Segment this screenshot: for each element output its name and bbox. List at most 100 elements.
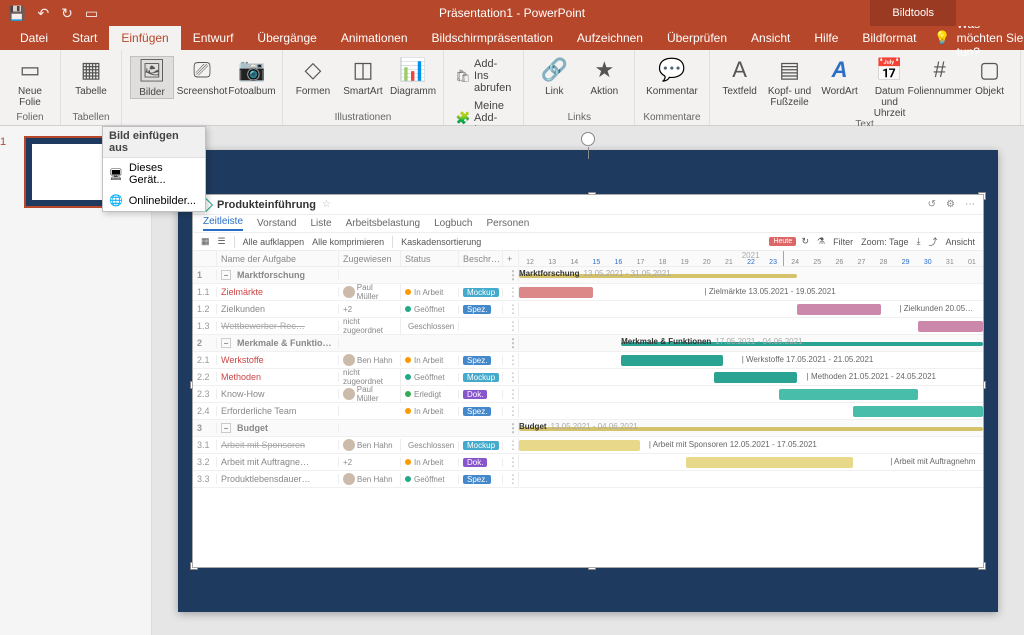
tab-ansicht[interactable]: Ansicht (739, 26, 802, 50)
object-icon: ▢ (976, 56, 1004, 84)
wordart-button[interactable]: AWordArt (818, 56, 862, 97)
share-icon: ⤴ (928, 235, 937, 248)
task-row: 2−Merkmale & Funktio…⋮Merkmale & Funktio… (193, 335, 983, 352)
task-row: 2.1WerkstoffeBen HahnIn ArbeitSpez.⋮| We… (193, 352, 983, 369)
ribbon-tabs: Datei Start Einfügen Entwurf Übergänge A… (0, 26, 1024, 50)
kommentar-button[interactable]: 💬Kommentar (650, 56, 694, 97)
screenshot-button[interactable]: ⎚ Screenshot (180, 56, 224, 97)
foliennummer-button[interactable]: #Foliennummer (918, 56, 962, 97)
tab-datei[interactable]: Datei (8, 26, 60, 50)
bilder-dropdown: Bild einfügen aus 🖥Dieses Gerät... 🌐Onli… (102, 126, 206, 212)
group-folien-label: Folien (16, 112, 43, 125)
tab-ueberpruefen[interactable]: Überprüfen (655, 26, 739, 50)
export-icon: ⤓ (916, 236, 920, 247)
history-icon: ↺ (928, 199, 936, 210)
tab-start[interactable]: Start (60, 26, 109, 50)
redo-icon[interactable]: ↻ (61, 5, 73, 22)
smartart-button[interactable]: ◫ SmartArt (341, 56, 385, 97)
screenshot-icon: ⎚ (188, 56, 216, 84)
dropdown-dieses-geraet[interactable]: 🖥Dieses Gerät... (103, 158, 205, 190)
star-icon: ☆ (322, 199, 331, 210)
tab-entwurf[interactable]: Entwurf (181, 26, 246, 50)
date-icon: 📅 (876, 56, 904, 84)
embedded-timeline-image[interactable]: Produkteinführung ☆ ↺ ⚙ ⋯ Zeitleiste Vor… (192, 194, 984, 568)
datum-button[interactable]: 📅Datum und Uhrzeit (868, 56, 912, 119)
addins-icon: 🧩 (456, 111, 470, 125)
ribbon-content: ▭ Neue Folie Folien ▦ Tabelle Tabellen 🖼… (0, 50, 1024, 126)
col-assigned: Zugewiesen (339, 251, 401, 266)
header-footer-icon: ▤ (776, 56, 804, 84)
objekt-button[interactable]: ▢Objekt (968, 56, 1012, 97)
slide[interactable]: Produkteinführung ☆ ↺ ⚙ ⋯ Zeitleiste Vor… (178, 150, 998, 612)
chart-icon: 📊 (399, 56, 427, 84)
save-icon[interactable]: 💾 (8, 5, 25, 22)
group-illustrationen-label: Illustrationen (335, 112, 392, 125)
task-row: 3.3Produktlebensdauer…Ben HahnGeöffnetSp… (193, 471, 983, 488)
group-links-label: Links (568, 112, 591, 125)
device-icon: 🖥 (109, 168, 123, 181)
pictures-icon: 🖼 (138, 57, 166, 85)
collapse-all: Alle komprimieren (312, 237, 384, 247)
window-title: Präsentation1 - PowerPoint (439, 6, 585, 20)
task-row: 2.2Methodennicht zugeordnetGeöffnetMocku… (193, 369, 983, 386)
filter-label: Filter (833, 237, 853, 247)
expand-all: Alle aufklappen (243, 237, 305, 247)
col-name: Name der Aufgabe (217, 251, 339, 266)
wordart-icon: A (826, 56, 854, 84)
more-icon: ⋯ (965, 199, 975, 210)
settings-icon: ⚙ (946, 199, 955, 210)
lightbulb-icon: 💡 (934, 30, 950, 46)
slideshow-icon[interactable]: ▭ (85, 5, 98, 22)
task-row: 3.2Arbeit mit Auftragne…+2In ArbeitDok.⋮… (193, 454, 983, 471)
online-icon: 🌐 (109, 194, 123, 207)
tab-bildformat[interactable]: Bildformat (850, 26, 928, 50)
group-kommentare-label: Kommentare (643, 112, 700, 125)
task-row: 2.3Know-HowPaul MüllerErledigtDok.⋮ (193, 386, 983, 403)
col-add: + (503, 251, 519, 266)
col-desc: Beschr… (459, 251, 503, 266)
emb-tab-vorstand: Vorstand (257, 218, 296, 229)
tab-animationen[interactable]: Animationen (329, 26, 420, 50)
tab-uebergaenge[interactable]: Übergänge (245, 26, 328, 50)
action-icon: ★ (590, 56, 618, 84)
tabelle-button[interactable]: ▦ Tabelle (69, 56, 113, 97)
cascade-sort: Kaskadensortierung (401, 237, 481, 247)
tab-aufzeichnen[interactable]: Aufzeichnen (565, 26, 655, 50)
zoom-label: Zoom: Tage (861, 237, 908, 247)
link-button[interactable]: 🔗Link (532, 56, 576, 97)
diagramm-button[interactable]: 📊 Diagramm (391, 56, 435, 97)
dropdown-onlinebilder[interactable]: 🌐Onlinebilder... (103, 190, 205, 211)
tell-me-search[interactable]: 💡 Was möchten Sie tun? (934, 26, 1024, 50)
group-bilder-label (201, 112, 204, 125)
undo-icon[interactable]: ↶ (37, 5, 49, 22)
today-marker (783, 251, 784, 266)
table-icon: ▦ (77, 56, 105, 84)
emb-tab-personen: Personen (487, 218, 530, 229)
title-bar: 💾 ↶ ↻ ▭ Präsentation1 - PowerPoint Bildt… (0, 0, 1024, 26)
task-row: 1.2Zielkunden+2GeöffnetSpez.⋮| Zielkunde… (193, 301, 983, 318)
filter-icon: ⚗ (817, 236, 825, 247)
slide-number-icon: # (926, 56, 954, 84)
shapes-icon: ◇ (299, 56, 327, 84)
list-icon: ☰ (218, 236, 226, 247)
textfeld-button[interactable]: ATextfeld (718, 56, 762, 97)
link-icon: 🔗 (540, 56, 568, 84)
smartart-icon: ◫ (349, 56, 377, 84)
task-row: 2.4Erforderliche TeamIn ArbeitSpez.⋮ (193, 403, 983, 420)
aktion-button[interactable]: ★Aktion (582, 56, 626, 97)
tab-einfuegen[interactable]: Einfügen (109, 26, 180, 50)
bilder-button[interactable]: 🖼 Bilder (130, 56, 174, 99)
fotoalbum-button[interactable]: 📷 Fotoalbum (230, 56, 274, 97)
neue-folie-button[interactable]: ▭ Neue Folie (8, 56, 52, 108)
addins-abrufen-button[interactable]: 🛍Add-Ins abrufen (452, 56, 515, 96)
tab-hilfe[interactable]: Hilfe (802, 26, 850, 50)
emb-tabs: Zeitleiste Vorstand Liste Arbeitsbelastu… (193, 215, 983, 233)
tab-bildschirm[interactable]: Bildschirmpräsentation (420, 26, 565, 50)
emb-column-headers: Name der Aufgabe Zugewiesen Status Besch… (193, 251, 983, 267)
formen-button[interactable]: ◇ Formen (291, 56, 335, 97)
emb-toolbar: ▦ ☰ Alle aufklappen Alle komprimieren Ka… (193, 233, 983, 251)
rotate-handle[interactable] (581, 132, 595, 146)
kopf-fusszeile-button[interactable]: ▤Kopf- und Fußzeile (768, 56, 812, 108)
emb-tab-arbeit: Arbeitsbelastung (346, 218, 421, 229)
timeline-rows: 1−Marktforschung⋮Marktforschung13.05.202… (193, 267, 983, 488)
